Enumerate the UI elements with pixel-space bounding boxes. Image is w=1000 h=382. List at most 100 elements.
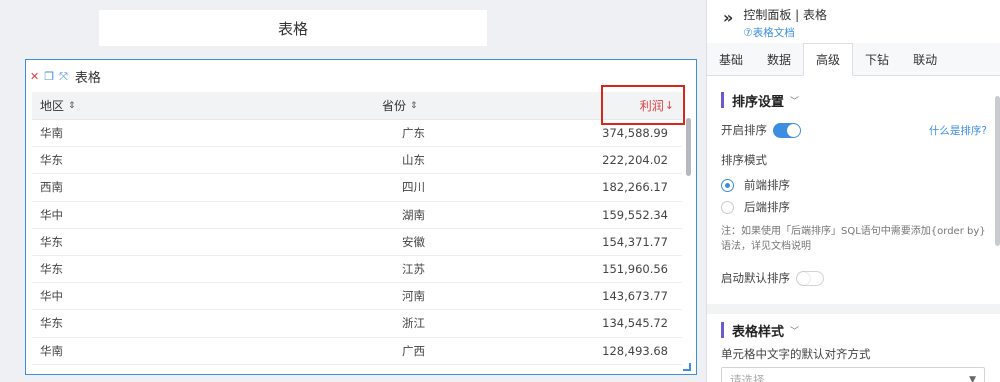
sort-section-label: 排序设置: [732, 94, 785, 110]
panel-title: 控制面板 | 表格: [743, 8, 828, 22]
radio-backend-sort[interactable]: 后端排序: [721, 196, 1000, 218]
radio-backend-label: 后端排序: [744, 200, 790, 214]
cell-region: 华东: [40, 262, 63, 277]
cell-profit: 134,545.72: [602, 316, 668, 331]
title-card-text: 表格: [277, 19, 308, 38]
header-province[interactable]: 省份 ⇕: [372, 97, 492, 114]
dashboard-canvas: 表格 ✕ ❐ ⤧ 表格 地区 ⇕ 省份 ⇕ 利润 ↓ 华南 广东 374,588…: [0, 0, 706, 382]
cell-profit: 182,266.17: [602, 180, 668, 195]
enable-sort-toggle[interactable]: [773, 122, 801, 138]
doc-link[interactable]: ⑦表格文档: [743, 25, 827, 40]
control-panel: » 控制面板 | 表格 ⑦表格文档 基础 数据 高级 下钻 联动 排序设置 ﹀ …: [706, 0, 1000, 382]
header-profit[interactable]: 利润 ↓: [492, 97, 682, 114]
default-sort-toggle[interactable]: [796, 270, 824, 286]
sort-both-icon: ⇕: [68, 100, 76, 111]
cell-province: 四川: [402, 180, 425, 195]
cell-province: 广西: [402, 343, 425, 358]
enable-sort-label: 开启排序: [721, 123, 767, 137]
cell-province: 广东: [402, 126, 425, 141]
header-region-label: 地区: [40, 99, 65, 113]
table-row[interactable]: 华中 河南 143,673.77: [32, 283, 682, 311]
tab-advanced[interactable]: 高级: [803, 43, 854, 76]
table-row[interactable]: 华东 江苏 151,960.56: [32, 256, 682, 284]
cell-region: 华中: [40, 289, 63, 304]
default-sort-row: 启动默认排序: [721, 270, 1000, 286]
default-sort-label: 启动默认排序: [721, 271, 790, 285]
cell-province: 湖南: [402, 207, 425, 222]
cell-region: 华东: [40, 153, 63, 168]
enable-sort-row: 开启排序 什么是排序?: [721, 122, 987, 138]
panel-header: » 控制面板 | 表格 ⑦表格文档: [707, 0, 1000, 40]
style-section-label: 表格样式: [732, 324, 785, 340]
cell-region: 华东: [40, 234, 63, 249]
radio-frontend-label: 前端排序: [744, 178, 790, 192]
resize-handle[interactable]: [683, 363, 691, 371]
table-row[interactable]: 西南 四川 182,266.17: [32, 174, 682, 202]
cell-province: 河南: [402, 289, 425, 304]
style-section-title[interactable]: 表格样式 ﹀: [721, 320, 1000, 340]
cell-profit: 151,960.56: [602, 262, 668, 277]
cell-province: 安徽: [402, 234, 425, 249]
table-widget[interactable]: ✕ ❐ ⤧ 表格 地区 ⇕ 省份 ⇕ 利润 ↓ 华南 广东 374,588.99…: [25, 59, 697, 375]
table-row[interactable]: 华南 广西 128,493.68: [32, 338, 682, 365]
cell-province: 浙江: [402, 316, 425, 331]
expand-icon[interactable]: ⤧: [59, 71, 68, 82]
sort-section: 排序设置 ﹀ 开启排序 什么是排序? 排序模式 前端排序 后端排序 注：如果使用…: [707, 76, 1000, 286]
section-accent-bar: [721, 92, 724, 108]
cell-region: 华东: [40, 316, 63, 331]
table-scrollbar[interactable]: [686, 118, 691, 176]
align-select-placeholder: 请选择: [730, 373, 765, 382]
header-region[interactable]: 地区 ⇕: [32, 97, 372, 114]
table-row[interactable]: 华南 广东 374,588.99: [32, 120, 682, 148]
cell-province: 江苏: [402, 262, 425, 277]
cell-province: 山东: [402, 153, 425, 168]
copy-icon[interactable]: ❐: [44, 71, 54, 82]
table-header-row: 地区 ⇕ 省份 ⇕ 利润 ↓: [32, 92, 682, 120]
style-section: 表格样式 ﹀ 单元格中文字的默认对齐方式 请选择 ▼: [707, 314, 1000, 382]
panel-tabs: 基础 数据 高级 下钻 联动: [707, 43, 1000, 76]
table-row[interactable]: 华东 浙江 134,545.72: [32, 310, 682, 338]
table-row[interactable]: 华东 安徽 154,371.77: [32, 229, 682, 256]
table-row[interactable]: 华中 湖南 159,552.34: [32, 202, 682, 229]
chevron-down-icon: ﹀: [790, 326, 800, 337]
what-is-sort-link[interactable]: 什么是排序?: [929, 123, 987, 138]
title-card[interactable]: 表格: [99, 10, 487, 46]
tab-linkage[interactable]: 联动: [901, 43, 949, 76]
tab-drilldown[interactable]: 下钻: [853, 43, 901, 76]
header-province-label: 省份: [382, 99, 407, 113]
cell-profit: 128,493.68: [602, 343, 668, 358]
panel-body: 排序设置 ﹀ 开启排序 什么是排序? 排序模式 前端排序 后端排序 注：如果使用…: [707, 76, 1000, 382]
radio-unselected-icon: [721, 200, 734, 214]
cell-region: 华南: [40, 126, 63, 141]
align-select[interactable]: 请选择 ▼: [721, 367, 985, 382]
tab-basic[interactable]: 基础: [707, 43, 755, 76]
sort-section-title[interactable]: 排序设置 ﹀: [721, 90, 1000, 110]
caret-down-icon: ▼: [969, 375, 976, 382]
sort-mode-options: 前端排序 后端排序: [721, 174, 1000, 218]
sort-desc-icon: ↓: [664, 99, 674, 112]
align-label: 单元格中文字的默认对齐方式: [721, 347, 871, 361]
data-table: 地区 ⇕ 省份 ⇕ 利润 ↓ 华南 广东 374,588.99 华东 山东 222,204…: [32, 92, 682, 372]
sort-both-icon: ⇕: [410, 100, 418, 111]
section-divider: [707, 304, 1000, 314]
panel-scrollbar[interactable]: [995, 96, 1000, 246]
table-body: 华南 广东 374,588.99 华东 山东 222,204.02 西南 四川 182,266.…: [32, 120, 682, 365]
cell-region: 华南: [40, 343, 63, 358]
radio-frontend-sort[interactable]: 前端排序: [721, 174, 1000, 196]
section-accent-bar: [721, 322, 724, 338]
collapse-panel-icon[interactable]: »: [723, 8, 733, 27]
cell-region: 华中: [40, 207, 63, 222]
chevron-down-icon: ﹀: [790, 96, 800, 107]
cell-profit: 143,673.77: [602, 289, 668, 304]
radio-selected-icon: [721, 178, 734, 192]
tab-data[interactable]: 数据: [755, 43, 803, 76]
cell-profit: 154,371.77: [602, 234, 668, 249]
close-icon[interactable]: ✕: [30, 71, 39, 82]
header-profit-label: 利润: [639, 99, 664, 113]
cell-profit: 222,204.02: [602, 153, 668, 168]
widget-header: ✕ ❐ ⤧ 表格: [30, 68, 101, 86]
sort-note: 注：如果使用「后端排序」SQL语句中需要添加{order by}语法，详见文档说…: [721, 226, 986, 252]
widget-title: 表格: [74, 70, 101, 86]
table-row[interactable]: 华东 山东 222,204.02: [32, 147, 682, 175]
cell-profit: 159,552.34: [602, 207, 668, 222]
